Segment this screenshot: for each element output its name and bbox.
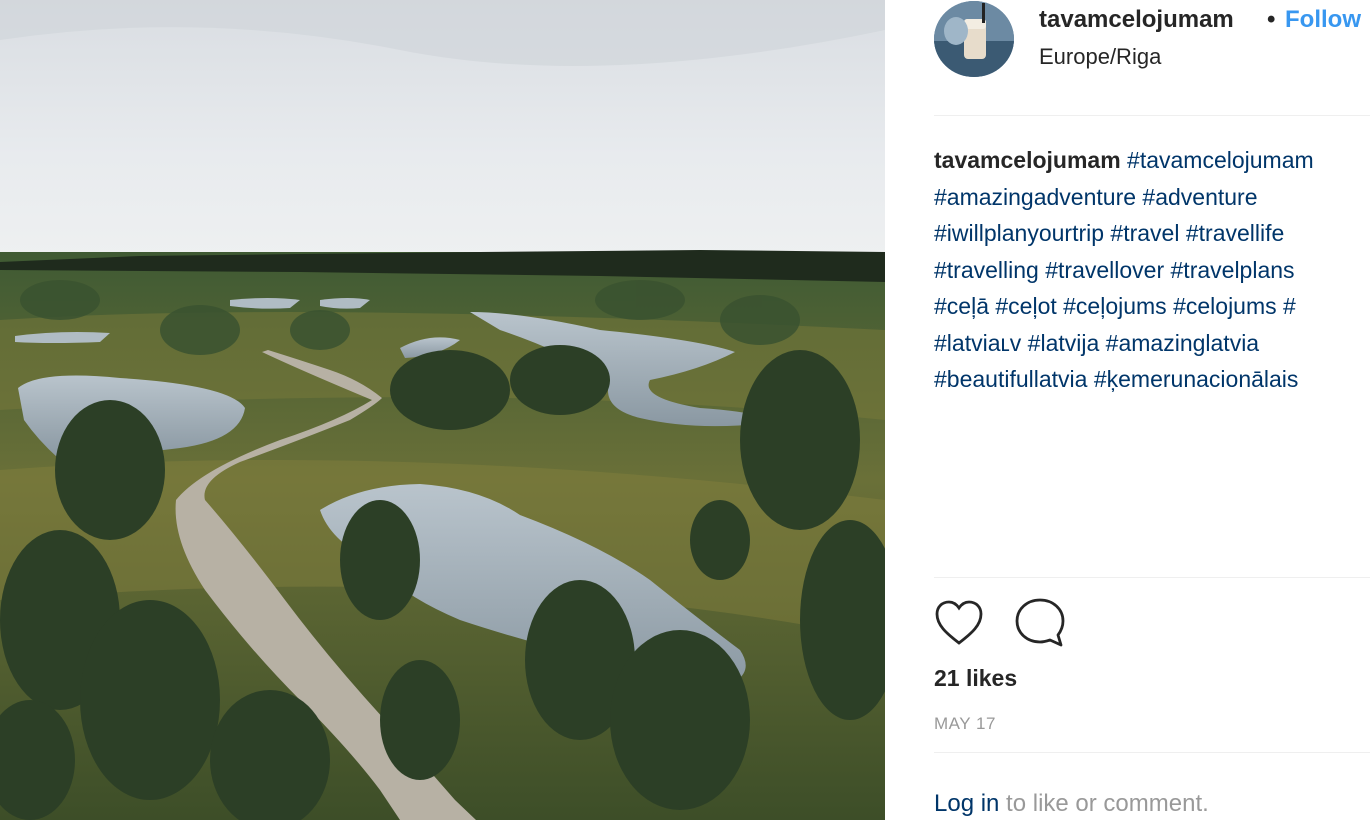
hashtag-link[interactable]: #travel [1110, 220, 1179, 246]
login-link[interactable]: Log in [934, 790, 999, 817]
landscape-image [0, 0, 885, 820]
separator-dot: • [1267, 6, 1276, 33]
hashtag-link[interactable]: # [1283, 293, 1296, 319]
hashtag-link[interactable]: #tavamcelojumam [1127, 147, 1314, 173]
heart-icon [935, 600, 983, 645]
caption-divider [934, 577, 1370, 578]
like-button[interactable] [934, 599, 984, 652]
comment-icon [1015, 598, 1065, 647]
comment-button[interactable] [1014, 597, 1066, 654]
hashtag-link[interactable]: #travellover [1045, 257, 1164, 283]
caption-line: #travelling #travellover #travelplans [934, 252, 1370, 289]
hashtag-link[interactable]: #ceļā [934, 293, 989, 319]
caption-line: #amazingadventure #adventure [934, 179, 1370, 216]
hashtag-link[interactable]: #amazinglatvia [1106, 330, 1259, 356]
caption-line: #ceļā #ceļot #ceļojums #celojums # [934, 288, 1370, 325]
post-location[interactable]: Europe/Riga [1039, 44, 1161, 70]
caption-username[interactable]: tavamcelojumam [934, 147, 1121, 173]
header-divider [934, 115, 1370, 116]
caption-line: #beautifullatvia #ķemerunacionālais [934, 361, 1370, 398]
hashtag-link[interactable]: #latvija [1028, 330, 1100, 356]
login-prompt: Log in to like or comment. [934, 790, 1209, 818]
hashtag-link[interactable]: #travelplans [1171, 257, 1295, 283]
post-details-panel: tavamcelojumam • Follow Europe/Riga tava… [885, 0, 1370, 820]
hashtag-link[interactable]: #ķemerunacionālais [1094, 366, 1299, 392]
post-username[interactable]: tavamcelojumam [1039, 6, 1234, 34]
hashtag-link[interactable]: #ceļot [995, 293, 1056, 319]
footer-divider [934, 752, 1370, 753]
hashtag-link[interactable]: #celojums [1173, 293, 1277, 319]
caption-line: tavamcelojumam #tavamcelojumam [934, 142, 1370, 179]
hashtag-link[interactable]: #adventure [1142, 184, 1257, 210]
hashtag-link[interactable]: #iwillplanyourtrip [934, 220, 1104, 246]
caption-line: #iwillplanyourtrip #travel #travellife [934, 215, 1370, 252]
hashtag-link[interactable]: #amazingadventure [934, 184, 1136, 210]
login-prompt-text: to like or comment. [999, 790, 1209, 817]
post-caption: tavamcelojumam #tavamcelojumam #amazingad… [934, 142, 1370, 398]
post-photo[interactable] [0, 0, 885, 820]
caption-line: #latviaʟv #latvija #amazinglatvia [934, 325, 1370, 362]
hashtag-link[interactable]: #ceļojums [1063, 293, 1167, 319]
hashtag-link[interactable]: #latviaʟv [934, 330, 1021, 356]
avatar[interactable] [934, 1, 1014, 77]
follow-button[interactable]: Follow [1285, 6, 1361, 34]
hashtag-link[interactable]: #beautifullatvia [934, 366, 1087, 392]
post-date: MAY 17 [934, 714, 996, 733]
hashtag-link[interactable]: #travelling [934, 257, 1039, 283]
hashtag-link[interactable]: #travellife [1186, 220, 1284, 246]
likes-count[interactable]: 21 likes [934, 665, 1017, 692]
